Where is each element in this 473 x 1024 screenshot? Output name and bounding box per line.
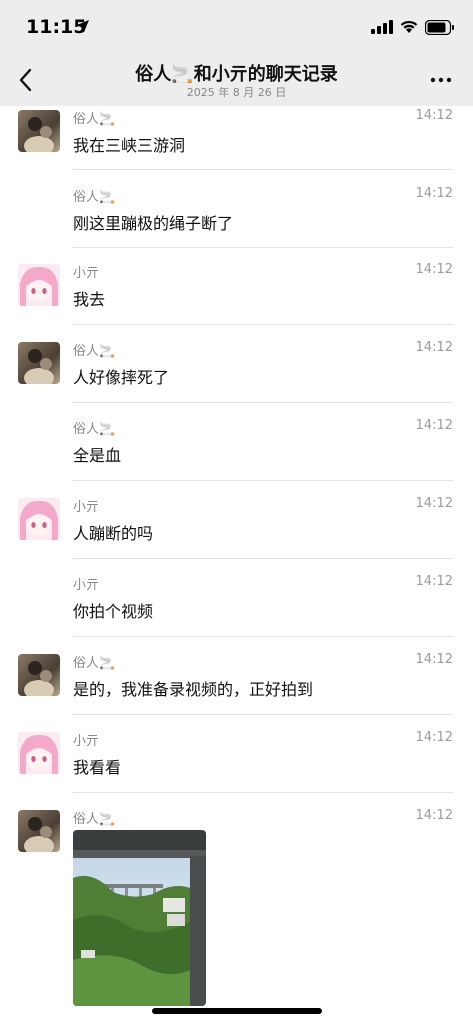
status-bar: 11:15: [0, 0, 473, 54]
message-time: 14:12: [415, 340, 453, 355]
message-time: 14:12: [415, 108, 453, 123]
divider: [73, 247, 453, 248]
message-text: 全是血: [73, 446, 122, 465]
sender-name: 俗人🚬: [73, 112, 116, 127]
divider: [73, 558, 453, 559]
message-time: 14:12: [415, 574, 453, 589]
nav-bar: 俗人🚬和小亓的聊天记录 2025 年 8 月 26 日: [0, 54, 473, 106]
message-time: 14:12: [415, 496, 453, 511]
message-text: 是的，我准备录视频的，正好拍到: [73, 680, 314, 699]
chat-history-title: 俗人🚬和小亓的聊天记录: [135, 64, 338, 85]
chat-list: 俗人🚬 14:12 我在三峡三游洞 俗人🚬 14:12 刚这里蹦极的绳子断了 小…: [0, 106, 473, 1024]
divider: [73, 169, 453, 170]
sender-name: 小亓: [73, 266, 100, 281]
message-text: 刚这里蹦极的绳子断了: [73, 214, 234, 233]
divider: [73, 636, 453, 637]
home-indicator: [152, 1008, 322, 1014]
sender-name: 小亓: [73, 500, 100, 515]
message-text: 我看看: [73, 758, 122, 777]
message-text: 你拍个视频: [73, 602, 154, 621]
battery-icon: [425, 19, 454, 35]
message-time: 14:12: [415, 418, 453, 433]
message-time: 14:12: [415, 730, 453, 745]
sender-name: 俗人🚬: [73, 656, 116, 671]
message-text: 人蹦断的吗: [73, 524, 154, 543]
divider: [73, 324, 453, 325]
sender-name: 俗人🚬: [73, 812, 116, 827]
avatar[interactable]: [18, 342, 60, 384]
message-text: 我去: [73, 290, 106, 309]
sender-name: 俗人🚬: [73, 190, 116, 205]
status-icons: [371, 18, 455, 36]
photo-message[interactable]: [73, 830, 206, 1006]
sender-name: 小亓: [73, 734, 100, 749]
avatar[interactable]: [18, 810, 60, 852]
chat-history-date: 2025 年 8 月 26 日: [186, 86, 287, 99]
message-text: 人好像摔死了: [73, 368, 170, 387]
divider: [73, 792, 453, 793]
avatar[interactable]: [18, 732, 60, 774]
sender-name: 俗人🚬: [73, 422, 116, 437]
avatar[interactable]: [18, 264, 60, 306]
message-time: 14:12: [415, 262, 453, 277]
avatar[interactable]: [18, 498, 60, 540]
message-time: 14:12: [415, 652, 453, 667]
location-arrow-icon: [77, 20, 89, 32]
divider: [73, 402, 453, 403]
sender-name: 小亓: [73, 578, 100, 593]
message-time: 14:12: [415, 186, 453, 201]
avatar[interactable]: [18, 110, 60, 152]
more-icon[interactable]: [429, 70, 453, 90]
divider: [73, 480, 453, 481]
divider: [73, 714, 453, 715]
message-time: 14:12: [415, 808, 453, 823]
avatar[interactable]: [18, 654, 60, 696]
message-text: 我在三峡三游洞: [73, 136, 186, 155]
signal-icon: [371, 20, 393, 34]
sender-name: 俗人🚬: [73, 344, 116, 359]
wifi-icon: [400, 20, 418, 33]
